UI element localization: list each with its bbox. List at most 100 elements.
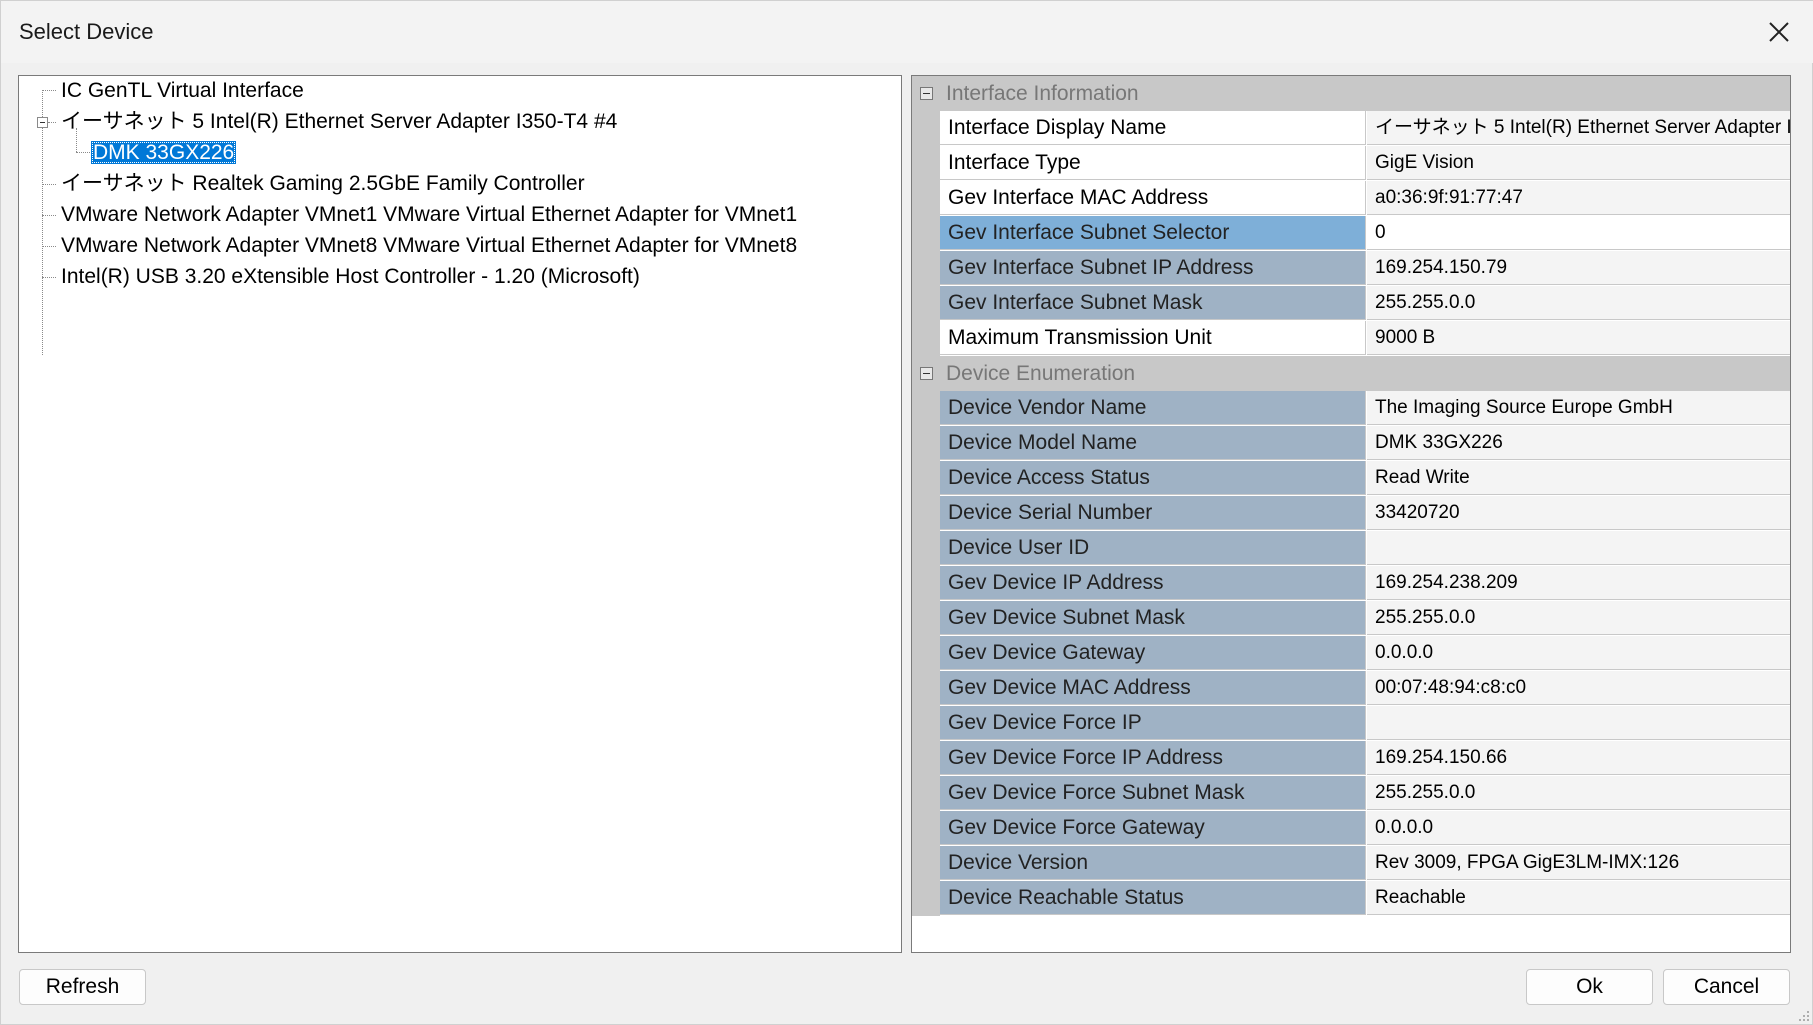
tree-item-label: DMK 33GX226 — [91, 141, 237, 164]
category-device-enumeration[interactable]: Device Enumeration — [912, 356, 1790, 391]
property-row[interactable]: Gev Interface MAC Address a0:36:9f:91:77… — [940, 181, 1790, 216]
grid-margin — [912, 111, 940, 356]
property-name: Device User ID — [940, 531, 1366, 565]
property-value: イーサネット 5 Intel(R) Ethernet Server Adapte… — [1367, 111, 1790, 145]
property-row[interactable]: Interface Display Name イーサネット 5 Intel(R)… — [940, 111, 1790, 146]
resize-grip-icon[interactable] — [1796, 1008, 1810, 1022]
property-row[interactable]: Device Model Name DMK 33GX226 — [940, 426, 1790, 461]
property-row[interactable]: Gev Device Subnet Mask 255.255.0.0 — [940, 601, 1790, 636]
property-row[interactable]: Gev Interface Subnet IP Address 169.254.… — [940, 251, 1790, 286]
property-value: Rev 3009, FPGA GigE3LM-IMX:126 — [1367, 846, 1790, 880]
property-name: Device Model Name — [940, 426, 1366, 460]
collapse-toggle[interactable] — [920, 87, 933, 100]
property-row[interactable]: Device Version Rev 3009, FPGA GigE3LM-IM… — [940, 846, 1790, 881]
property-value: 255.255.0.0 — [1367, 286, 1790, 320]
property-value: Read Write — [1367, 461, 1790, 495]
property-row[interactable]: Device Serial Number 33420720 — [940, 496, 1790, 531]
property-name: Maximum Transmission Unit — [940, 321, 1366, 355]
property-row[interactable]: Device Vendor Name The Imaging Source Eu… — [940, 391, 1790, 426]
property-row[interactable]: Gev Device Force Subnet Mask 255.255.0.0 — [940, 776, 1790, 811]
tree-item-ethernet-realtek[interactable]: イーサネット Realtek Gaming 2.5GbE Family Cont… — [59, 169, 587, 199]
tree-connector — [76, 152, 90, 153]
property-name: Gev Device Force Subnet Mask — [940, 776, 1366, 810]
property-name: Device Serial Number — [940, 496, 1366, 530]
tree-item-label: VMware Network Adapter VMnet8 VMware Vir… — [61, 234, 798, 257]
property-name: Device Vendor Name — [940, 391, 1366, 425]
property-row[interactable]: Device Reachable Status Reachable — [940, 881, 1790, 916]
property-row[interactable]: Gev Device IP Address 169.254.238.209 — [940, 566, 1790, 601]
property-row[interactable]: Gev Device Force IP Address 169.254.150.… — [940, 741, 1790, 776]
property-name: Gev Device Subnet Mask — [940, 601, 1366, 635]
tree-item-vmware-vmnet8[interactable]: VMware Network Adapter VMnet8 VMware Vir… — [59, 231, 799, 261]
property-value: 33420720 — [1367, 496, 1790, 530]
property-name: Gev Device Force IP — [940, 706, 1366, 740]
refresh-button[interactable]: Refresh — [19, 969, 146, 1005]
select-device-dialog: Select Device IC GenTL Virtual Interface… — [0, 0, 1813, 1025]
close-icon — [1769, 22, 1789, 42]
property-value: 00:07:48:94:c8:c0 — [1367, 671, 1790, 705]
property-name: Gev Device Force IP Address — [940, 741, 1366, 775]
property-value: 169.254.150.66 — [1367, 741, 1790, 775]
tree-item-ethernet-5-intel[interactable]: イーサネット 5 Intel(R) Ethernet Server Adapte… — [59, 107, 619, 137]
tree-item-vmware-vmnet1[interactable]: VMware Network Adapter VMnet1 VMware Vir… — [59, 200, 799, 230]
property-value: 9000 B — [1367, 321, 1790, 355]
property-value: Reachable — [1367, 881, 1790, 915]
property-value — [1367, 531, 1790, 565]
property-name: Gev Device MAC Address — [940, 671, 1366, 705]
tree-item-dmk-33gx226[interactable]: DMK 33GX226 — [91, 138, 237, 168]
ok-button[interactable]: Ok — [1526, 969, 1653, 1005]
property-name: Interface Type — [940, 146, 1366, 180]
property-name: Gev Interface MAC Address — [940, 181, 1366, 215]
tree-item-label: イーサネット Realtek Gaming 2.5GbE Family Cont… — [61, 172, 585, 195]
category-label: Device Enumeration — [946, 362, 1136, 385]
cancel-button[interactable]: Cancel — [1663, 969, 1790, 1005]
property-row[interactable]: Gev Device Gateway 0.0.0.0 — [940, 636, 1790, 671]
tree-connector — [42, 215, 56, 216]
property-value — [1367, 706, 1790, 740]
category-label: Interface Information — [946, 82, 1139, 105]
property-name: Device Access Status — [940, 461, 1366, 495]
property-name: Gev Device Gateway — [940, 636, 1366, 670]
property-name: Interface Display Name — [940, 111, 1366, 145]
tree-item-intel-usb-controller[interactable]: Intel(R) USB 3.20 eXtensible Host Contro… — [59, 262, 642, 292]
property-row[interactable]: Gev Device MAC Address 00:07:48:94:c8:c0 — [940, 671, 1790, 706]
property-value: 0.0.0.0 — [1367, 811, 1790, 845]
category-interface-information[interactable]: Interface Information — [912, 76, 1790, 111]
property-name: Gev Interface Subnet Selector — [940, 216, 1366, 250]
property-value: 0.0.0.0 — [1367, 636, 1790, 670]
device-tree[interactable]: IC GenTL Virtual Interface イーサネット 5 Inte… — [18, 75, 902, 953]
property-row[interactable]: Gev Device Force Gateway 0.0.0.0 — [940, 811, 1790, 846]
property-value: 255.255.0.0 — [1367, 601, 1790, 635]
tree-connector — [42, 90, 43, 355]
property-value-field[interactable]: 0 — [1367, 216, 1790, 250]
tree-connector — [42, 90, 56, 91]
property-row[interactable]: Maximum Transmission Unit 9000 B — [940, 321, 1790, 356]
property-value: DMK 33GX226 — [1367, 426, 1790, 460]
tree-item-label: VMware Network Adapter VMnet1 VMware Vir… — [61, 203, 798, 226]
property-value: a0:36:9f:91:77:47 — [1367, 181, 1790, 215]
property-row[interactable]: Device User ID — [940, 531, 1790, 566]
property-value: The Imaging Source Europe GmbH — [1367, 391, 1790, 425]
title-bar: Select Device — [1, 1, 1813, 63]
property-row-selected[interactable]: Gev Interface Subnet Selector 0 — [940, 216, 1790, 251]
property-name: Gev Device Force Gateway — [940, 811, 1366, 845]
window-title: Select Device — [19, 19, 154, 44]
property-row[interactable]: Device Access Status Read Write — [940, 461, 1790, 496]
collapse-toggle[interactable] — [37, 117, 48, 128]
property-name: Gev Interface Subnet IP Address — [940, 251, 1366, 285]
tree-connector — [48, 122, 56, 123]
tree-connector — [42, 246, 56, 247]
property-name: Device Reachable Status — [940, 881, 1366, 915]
tree-item-label: Intel(R) USB 3.20 eXtensible Host Contro… — [61, 265, 640, 288]
property-row[interactable]: Gev Interface Subnet Mask 255.255.0.0 — [940, 286, 1790, 321]
close-button[interactable] — [1754, 7, 1804, 57]
tree-item-ic-gentl-virtual-interface[interactable]: IC GenTL Virtual Interface — [59, 76, 306, 106]
property-row[interactable]: Interface Type GigE Vision — [940, 146, 1790, 181]
property-row[interactable]: Gev Device Force IP — [940, 706, 1790, 741]
property-grid[interactable]: Interface Information Interface Display … — [911, 75, 1791, 953]
collapse-toggle[interactable] — [920, 367, 933, 380]
property-value: 169.254.238.209 — [1367, 566, 1790, 600]
property-value: GigE Vision — [1367, 146, 1790, 180]
tree-item-label: IC GenTL Virtual Interface — [61, 79, 304, 102]
tree-connector — [42, 277, 56, 278]
